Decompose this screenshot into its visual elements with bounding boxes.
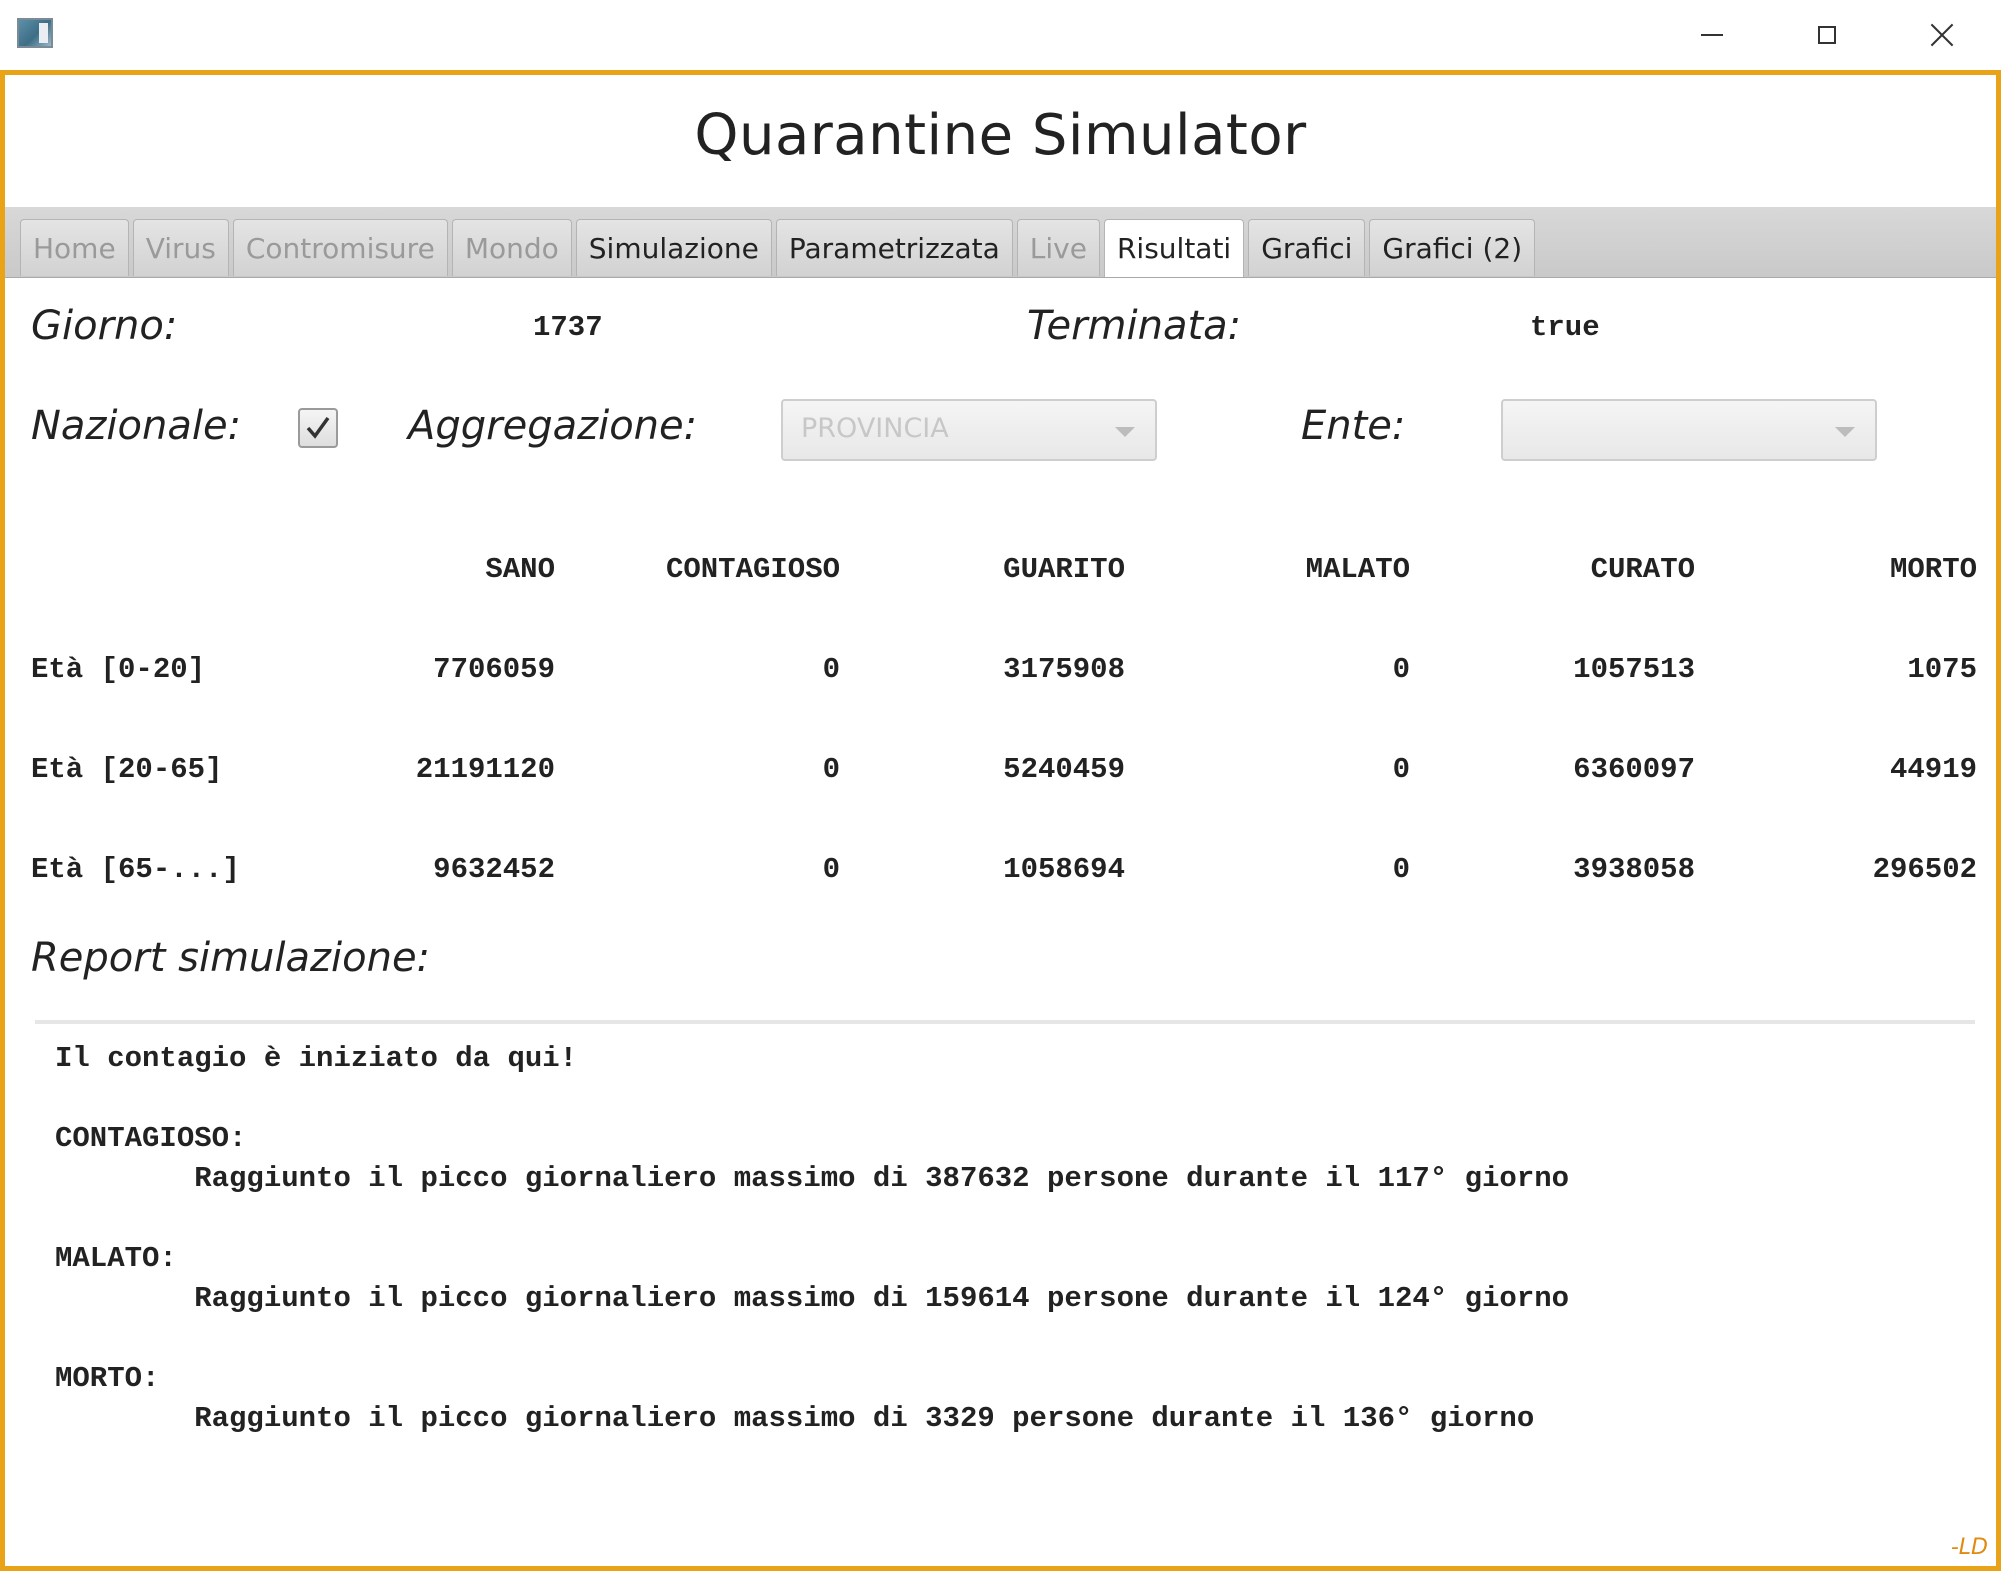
close-button[interactable] [1884,0,1999,70]
table-cell: 7706059 [433,653,555,686]
table-cell: 0 [1392,653,1410,686]
app-frame: Quarantine Simulator Home Virus Contromisu… [0,70,2001,1571]
giorno-value: 1737 [533,311,603,344]
table-cell: 5240459 [1003,753,1125,786]
tab-grafici-2[interactable]: Grafici (2) [1369,219,1536,276]
report-line: Raggiunto il picco giornaliero massimo d… [55,1402,1535,1435]
tab-home[interactable]: Home [20,219,129,276]
app-title: Quarantine Simulator [694,103,1307,168]
tab-list: Home Virus Contromisure Mondo Simulazione Par… [20,219,1536,277]
nazionale-checkbox[interactable] [298,408,338,448]
table-cell: 21191120 [415,753,555,786]
minimize-icon [1700,34,1723,36]
report-line: MORTO: [55,1362,160,1395]
signature: -LD [1950,1535,1988,1560]
table-cell: 0 [822,753,840,786]
table-cell: 1057513 [1573,653,1695,686]
terminata-value: true [1530,311,1600,344]
checkmark-icon [306,416,330,439]
maximize-icon [1817,26,1836,44]
table-cell: 3938058 [1573,853,1695,886]
column-header: SANO [485,553,555,586]
report-line: CONTAGIOSO: [55,1122,247,1155]
column-header: CONTAGIOSO [665,553,840,586]
report-line: Raggiunto il picco giornaliero massimo d… [55,1162,1570,1195]
row-label: Età [65-...] [31,853,240,886]
tab-virus[interactable]: Virus [132,219,229,276]
report-line: Il contagio è iniziato da qui! [55,1042,578,1075]
table-cell: 1075 [1907,653,1977,686]
close-icon [1930,23,1954,47]
tab-contromisure[interactable]: Contromisure [232,219,448,276]
aggregazione-label: Aggregazione: [408,403,698,449]
aggregazione-select[interactable]: PROVINCIA [781,399,1157,461]
table-cell: 0 [822,653,840,686]
tab-live[interactable]: Live [1016,219,1100,276]
table-cell: 296502 [1872,853,1977,886]
aggregazione-select-value: PROVINCIA [801,413,949,444]
tab-parametrizzata[interactable]: Parametrizzata [775,219,1013,276]
report-line: Raggiunto il picco giornaliero massimo d… [55,1282,1570,1315]
tab-bar: Home Virus Contromisure Mondo Simulazione Par… [5,207,1996,278]
report-label: Report simulazione: [31,935,431,981]
tab-risultati[interactable]: Risultati [1103,219,1245,277]
column-header: MORTO [1889,553,1977,586]
table-cell: 1058694 [1003,853,1125,886]
table-cell: 3175908 [1003,653,1125,686]
column-header: GUARITO [1003,553,1125,586]
report-textarea[interactable]: Il contagio è iniziato da qui! CONTAGIOSO… [35,1020,1975,1504]
terminata-label: Terminata: [1027,303,1242,349]
report-line: MALATO: [55,1242,177,1275]
minimize-button[interactable] [1654,0,1769,70]
window-titlebar [0,0,2001,70]
row-label: Età [0-20] [31,653,206,686]
ente-select[interactable] [1501,399,1877,461]
tab-simulazione[interactable]: Simulazione [575,219,772,276]
chevron-down-icon [1835,427,1855,437]
maximize-button[interactable] [1769,0,1884,70]
column-header: MALATO [1305,553,1410,586]
app-window-icon [17,18,53,48]
table-cell: 9632452 [433,853,555,886]
table-cell: 0 [822,853,840,886]
table-cell: 44919 [1889,753,1977,786]
column-header: CURATO [1590,553,1695,586]
table-cell: 0 [1392,853,1410,886]
giorno-label: Giorno: [31,303,178,349]
ente-label: Ente: [1301,403,1406,449]
nazionale-label: Nazionale: [31,403,242,449]
row-label: Età [20-65] [31,753,223,786]
chevron-down-icon [1115,427,1135,437]
table-cell: 6360097 [1573,753,1695,786]
table-cell: 0 [1392,753,1410,786]
tab-grafici[interactable]: Grafici [1248,219,1366,276]
tab-mondo[interactable]: Mondo [451,219,572,276]
